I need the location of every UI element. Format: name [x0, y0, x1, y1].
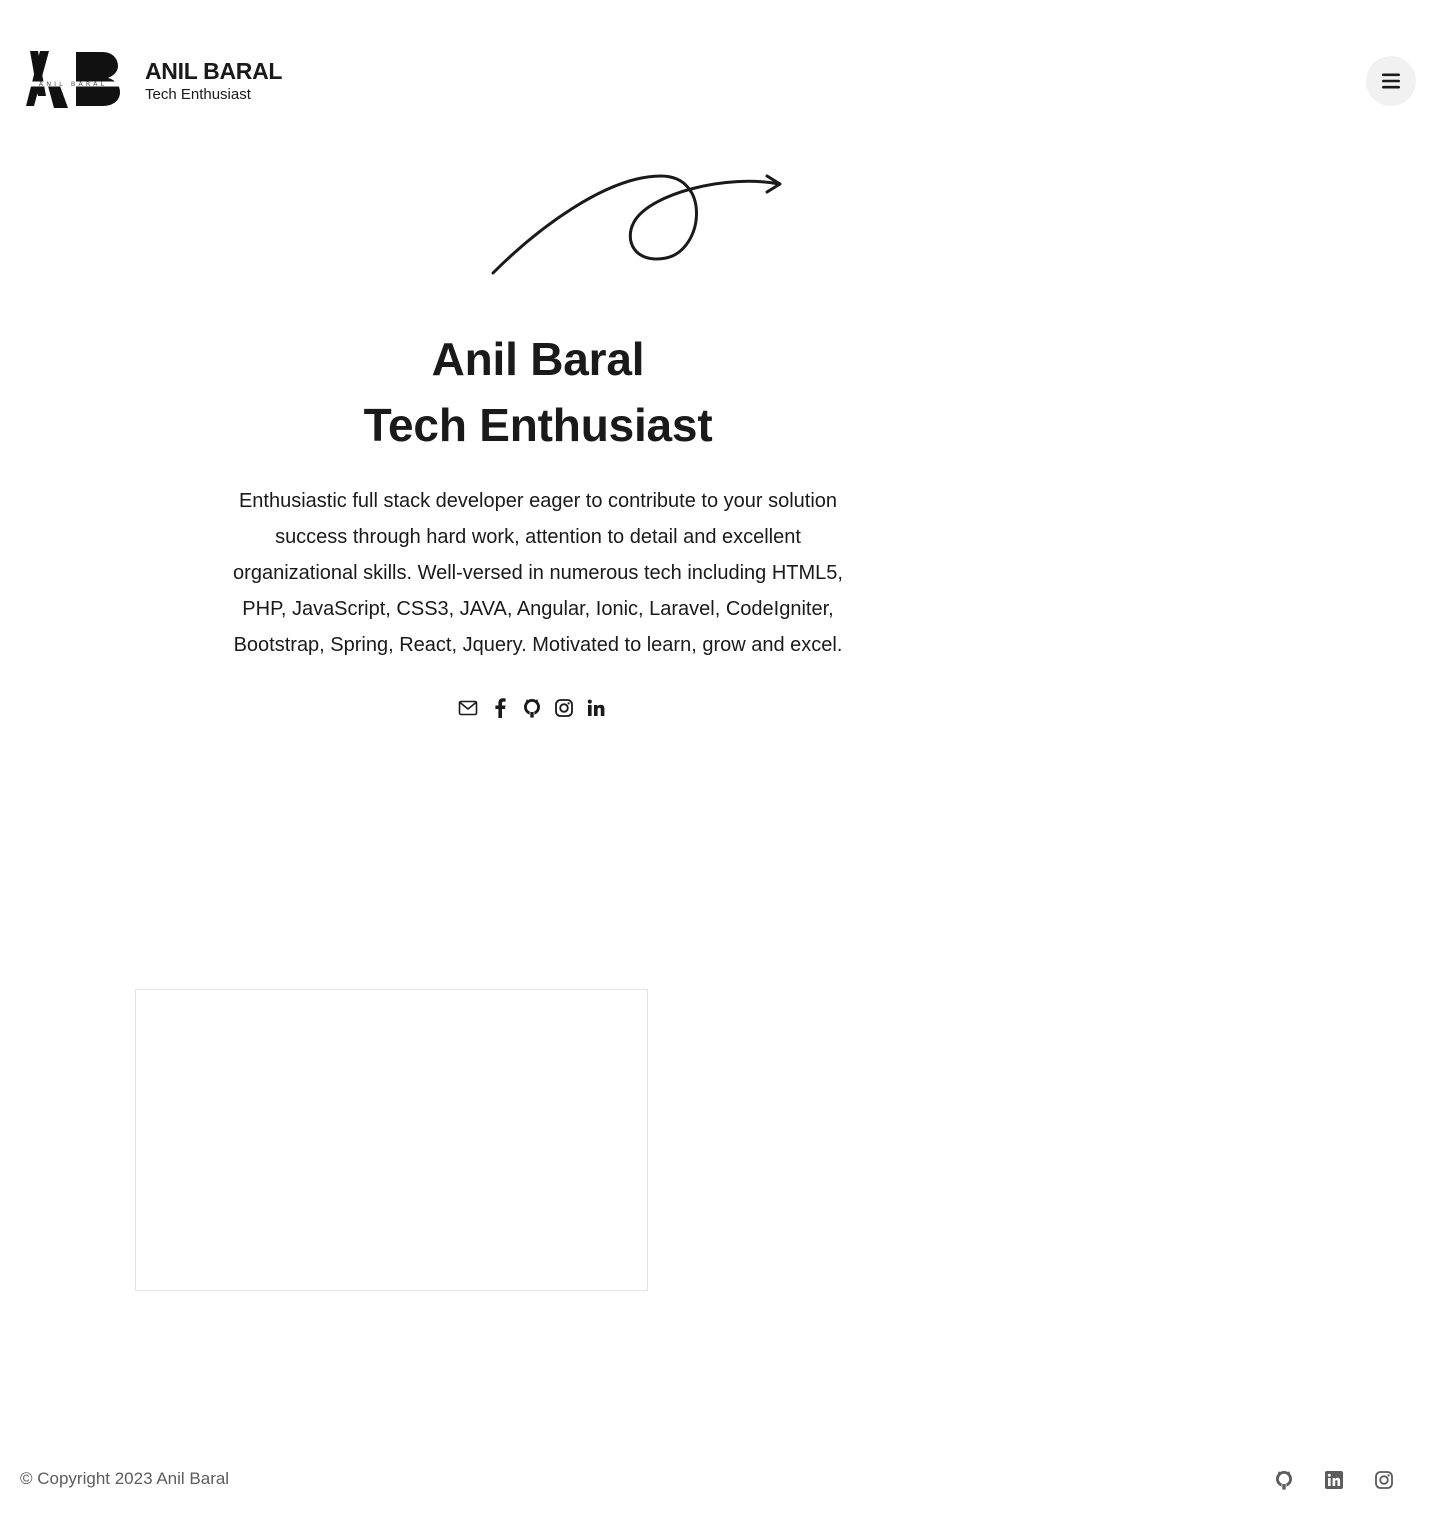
brand: ANIL BARAL Tech Enthusiast — [145, 58, 282, 105]
social-links — [458, 694, 618, 722]
github-icon[interactable] — [1274, 1466, 1294, 1494]
hero-title-role: Tech Enthusiast — [363, 399, 713, 451]
instagram-icon[interactable] — [554, 694, 574, 722]
copyright-text: © Copyright 2023 Anil Baral — [20, 1469, 230, 1488]
logo[interactable]: ANIL BARAL — [24, 50, 122, 112]
content-card — [135, 989, 648, 1291]
site-header: ANIL BARAL ANIL BARAL Tech Enthusiast — [0, 0, 1440, 160]
menu-button[interactable] — [1366, 56, 1416, 106]
logo-subtext: ANIL BARAL — [39, 80, 108, 88]
hamburger-icon — [1382, 73, 1400, 89]
facebook-icon[interactable] — [490, 694, 510, 722]
brand-name: ANIL BARAL — [145, 58, 283, 84]
decorative-arrow — [491, 174, 782, 275]
footer-social-links — [1274, 1466, 1394, 1494]
page: ANIL BARAL ANIL BARAL Tech Enthusiast An… — [0, 0, 1440, 1520]
hero-title-name: Anil Baral — [431, 333, 645, 385]
hero-description: Enthusiastic full stack developer eager … — [233, 490, 843, 656]
github-icon[interactable] — [522, 694, 542, 722]
linkedin-icon[interactable] — [1324, 1466, 1344, 1494]
brand-tagline: Tech Enthusiast — [145, 86, 251, 103]
hero-title: Anil Baral Tech Enthusiast — [238, 326, 838, 458]
linkedin-icon[interactable] — [586, 694, 606, 722]
instagram-icon[interactable] — [1374, 1466, 1394, 1494]
mail-icon[interactable] — [458, 694, 478, 722]
